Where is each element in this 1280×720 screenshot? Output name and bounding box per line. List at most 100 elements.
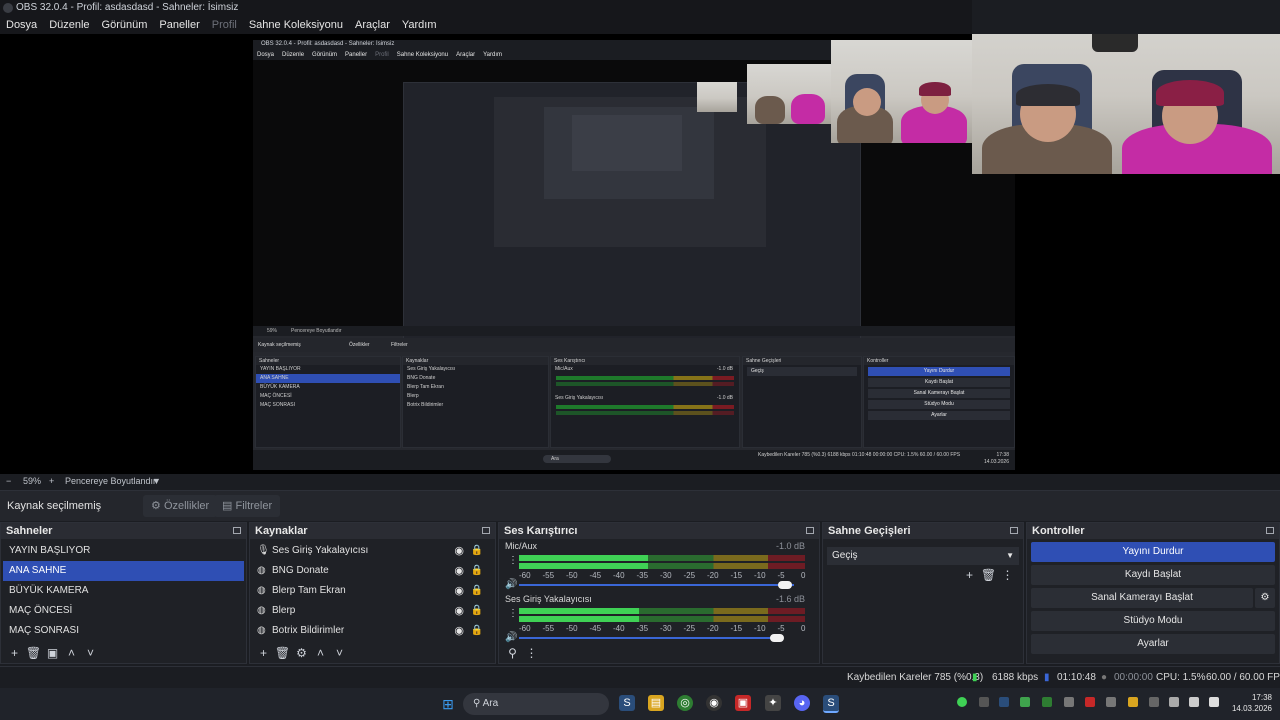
lock-icon[interactable]: 🔒 [471,601,483,621]
lock-icon[interactable]: 🔒 [471,541,483,561]
steam-active-icon[interactable]: S [823,695,839,713]
windows-start-icon[interactable]: ⊞ [440,696,456,712]
undock-icon[interactable] [1010,527,1018,534]
scene-item-selected[interactable]: ANA SAHNE [3,561,244,581]
start-virtual-camera-button[interactable]: Sanal Kamerayı Başlat [1031,588,1253,608]
steam-icon[interactable]: S [619,695,635,711]
menu-gorunum[interactable]: Görünüm [96,16,154,34]
search-icon: ⚲ [473,698,481,709]
undock-icon[interactable] [233,527,241,534]
settings-button[interactable]: Ayarlar [1031,634,1275,654]
eye-icon[interactable]: ◉ [454,621,464,641]
menu-dosya[interactable]: Dosya [0,16,43,34]
chevron-up-icon[interactable]: ˄ [311,645,330,661]
taskbar-search[interactable]: ⚲ Ara [463,693,609,715]
lock-icon[interactable]: 🔒 [471,581,483,601]
app-icon[interactable]: ▣ [735,695,751,711]
tray-icon[interactable] [979,697,989,707]
source-item[interactable]: ◍ Blerp ◉ 🔒 [250,601,495,621]
chevron-down-icon[interactable]: ▼ [152,476,161,486]
eye-icon[interactable]: ◉ [454,561,464,581]
scene-item[interactable]: MAÇ SONRASI [3,621,244,641]
gear-icon[interactable]: ⚙ [1255,588,1275,608]
filters-button[interactable]: ▤ Filtreler [214,495,281,517]
properties-button[interactable]: ⚙ Özellikler [143,495,218,517]
volume-slider-knob[interactable] [778,581,792,589]
discord-icon[interactable]: ◕ [794,695,810,711]
network-icon[interactable] [1189,697,1199,707]
volume-slider-knob[interactable] [770,634,784,642]
source-item[interactable]: ◍ Botrix Bildirimler ◉ 🔒 [250,621,495,641]
transition-select[interactable]: Geçiş ▼ [827,547,1019,565]
more-icon[interactable]: ⋮ [508,608,518,619]
source-item[interactable]: ◍ BNG Donate ◉ 🔒 [250,561,495,581]
trash-icon[interactable]: 🗑 [979,567,998,583]
lock-icon[interactable]: 🔒 [471,621,483,641]
tray-icon[interactable] [999,697,1009,707]
speaker-icon[interactable] [1209,697,1219,707]
tray-icon[interactable] [1042,697,1052,707]
scene-item[interactable]: MAÇ ÖNCESİ [3,601,244,621]
preview-canvas[interactable]: OBS 32.0.4 - Profil: asdasdasd - Sahnele… [0,34,1280,474]
tray-icon[interactable] [1064,697,1074,707]
volume-slider-track[interactable] [519,584,794,586]
studio-mode-button[interactable]: Stüdyo Modu [1031,611,1275,631]
speaker-icon[interactable]: 🔊 [505,632,517,643]
menu-yardim[interactable]: Yardım [396,16,443,34]
app-icon[interactable]: ✦ [765,695,781,711]
tray-icon[interactable] [1106,697,1116,707]
nested-ctl-btn: Yayını Durdur [868,367,1010,376]
eye-icon[interactable]: ◉ [454,541,464,561]
menu-profil[interactable]: Profil [206,16,243,34]
folder-icon[interactable]: ▤ [648,695,664,711]
undock-icon[interactable] [806,527,814,534]
add-icon[interactable]: + [254,645,273,661]
mixer-title: Ses Karıştırıcı [504,525,578,537]
undock-icon[interactable] [482,527,490,534]
filter-icon[interactable]: ▣ [43,645,62,661]
obs-icon[interactable]: ◉ [706,695,722,711]
mixer-header: Ses Karıştırıcı [499,523,819,539]
stop-stream-button[interactable]: Yayını Durdur [1031,542,1275,562]
source-item[interactable]: ◍ Blerp Tam Ekran ◉ 🔒 [250,581,495,601]
menu-sahne-koleksiyonu[interactable]: Sahne Koleksiyonu [243,16,349,34]
chrome-icon[interactable]: ◎ [677,695,693,711]
more-icon[interactable]: ⋮ [508,555,518,566]
link-icon[interactable]: ⚲ [503,645,522,661]
menu-araclar[interactable]: Araçlar [349,16,396,34]
chevron-down-icon[interactable]: ˅ [81,645,100,661]
menu-paneller[interactable]: Paneller [153,16,205,34]
add-icon[interactable]: + [5,645,24,661]
zoom-out-icon[interactable]: − [6,476,11,486]
chevron-up-icon[interactable]: ˄ [62,645,81,661]
trash-icon[interactable]: 🗑 [273,645,292,661]
more-icon[interactable]: ⋮ [522,645,541,661]
eye-icon[interactable]: ◉ [454,581,464,601]
transitions-header: Sahne Geçişleri [823,523,1023,539]
gear-icon[interactable]: ⚙ [292,645,311,661]
start-recording-button[interactable]: Kaydı Başlat [1031,565,1275,585]
zoom-bar: − 59% + Pencereye Boyutlandır ▼ [0,474,1280,490]
tray-icon[interactable] [1020,697,1030,707]
microphone-icon[interactable] [1169,697,1179,707]
volume-slider-track[interactable] [519,637,781,639]
tray-icon[interactable] [957,697,967,707]
trash-icon[interactable]: 🗑 [24,645,43,661]
taskbar-clock[interactable]: 17:38 14.03.2026 [1232,692,1272,714]
chevron-down-icon[interactable]: ˅ [330,645,349,661]
tray-icon[interactable] [1128,697,1138,707]
add-icon[interactable]: + [960,567,979,583]
source-item[interactable]: 🎙 Ses Giriş Yakalayıcısı ◉ 🔒 [250,541,495,561]
zoom-in-icon[interactable]: + [49,476,54,486]
resize-to-window[interactable]: Pencereye Boyutlandır [65,476,156,486]
tray-icon[interactable] [1149,697,1159,707]
more-icon[interactable]: ⋮ [998,567,1017,583]
menu-duzenle[interactable]: Düzenle [43,16,95,34]
scene-item[interactable]: YAYIN BAŞLIYOR [3,541,244,561]
tray-icon[interactable] [1085,697,1095,707]
lock-icon[interactable]: 🔒 [471,561,483,581]
scene-item[interactable]: BÜYÜK KAMERA [3,581,244,601]
undock-icon[interactable] [1266,527,1274,534]
speaker-icon[interactable]: 🔊 [505,579,517,590]
eye-icon[interactable]: ◉ [454,601,464,621]
